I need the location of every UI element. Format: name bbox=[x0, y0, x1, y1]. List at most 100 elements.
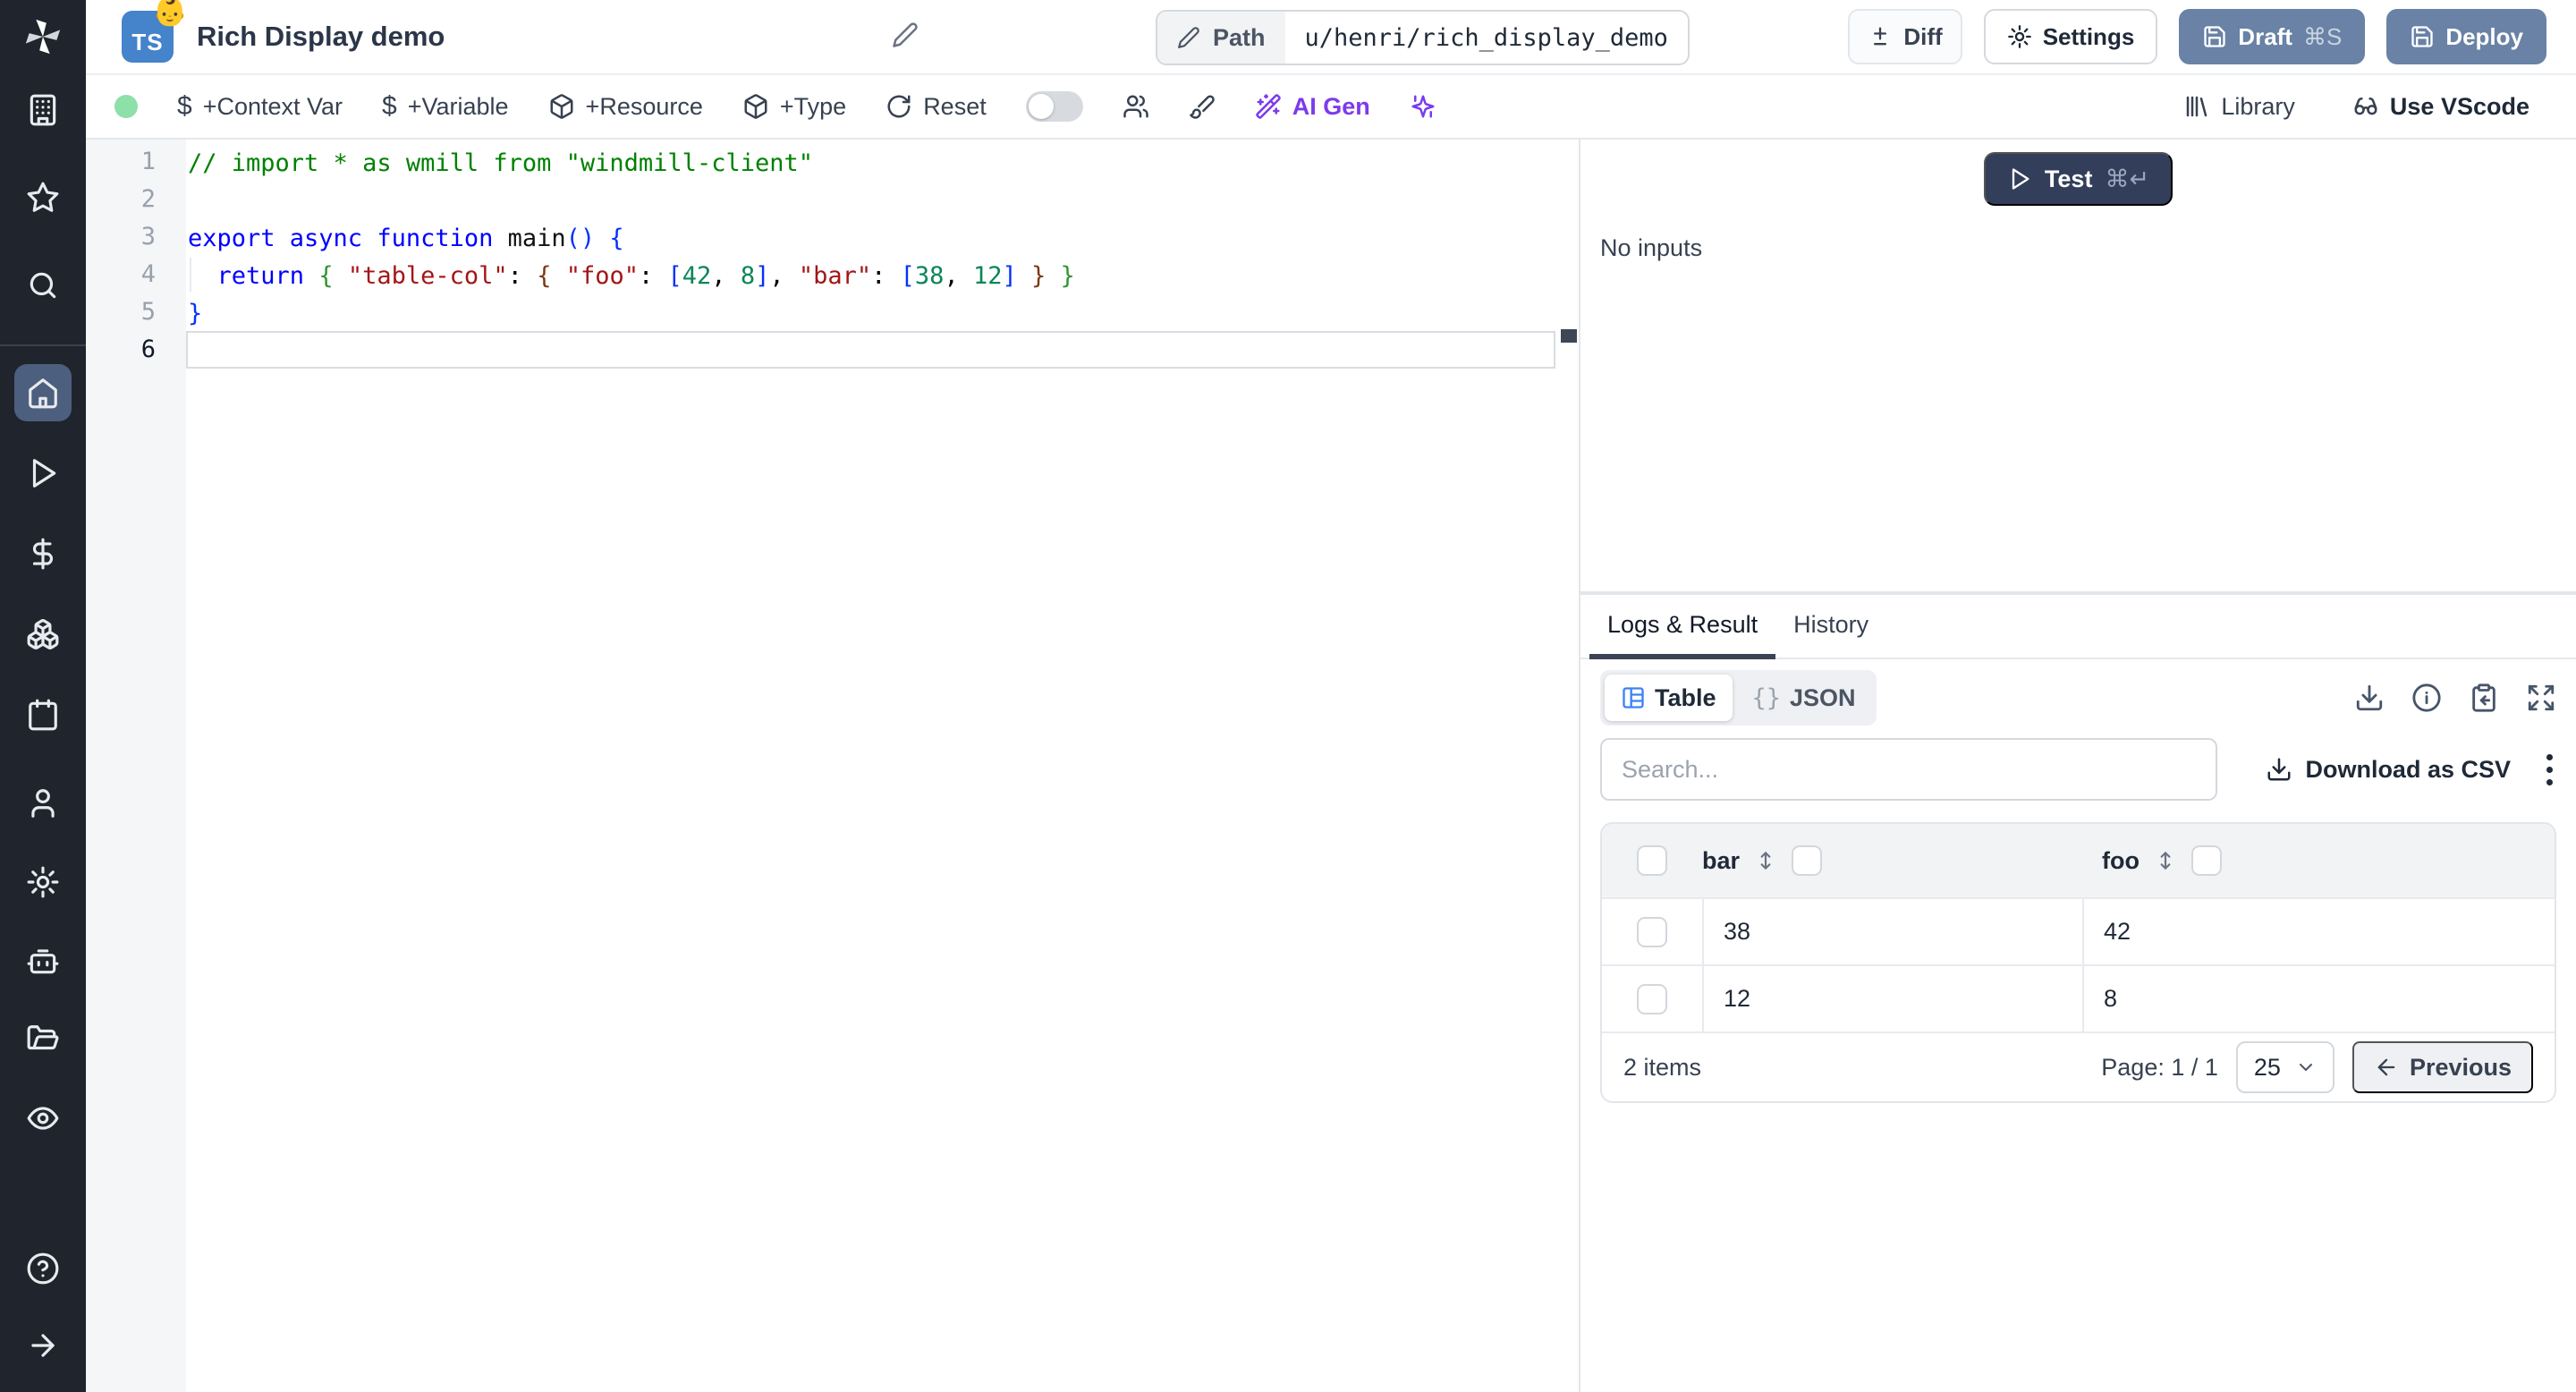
cell-bar: 12 bbox=[1702, 966, 2082, 1031]
sidebar-item-settings[interactable] bbox=[14, 853, 72, 911]
cell-bar: 38 bbox=[1702, 899, 2082, 964]
view-mode-json[interactable]: {} JSON bbox=[1736, 675, 1872, 721]
code-line[interactable] bbox=[186, 181, 1555, 218]
view-mode-json-label: JSON bbox=[1790, 683, 1856, 711]
table-icon bbox=[1623, 687, 1644, 709]
code-line[interactable]: } bbox=[186, 293, 1555, 331]
braces-icon: {} bbox=[1751, 683, 1782, 712]
download-csv-label: Download as CSV bbox=[2305, 755, 2511, 783]
use-vscode-button[interactable]: Use VScode bbox=[2352, 93, 2529, 121]
settings-button[interactable]: Settings bbox=[1983, 9, 2158, 64]
path-value[interactable]: u/henri/rich_display_demo bbox=[1285, 12, 1688, 64]
table-options-kebab-icon[interactable] bbox=[2543, 751, 2556, 789]
code-area[interactable]: // import * as wmill from "windmill-clie… bbox=[186, 140, 1579, 1392]
status-dot bbox=[114, 95, 138, 118]
diff-button[interactable]: Diff bbox=[1848, 9, 1962, 64]
reset-button[interactable]: Reset bbox=[886, 93, 987, 121]
format-button[interactable] bbox=[1189, 93, 1216, 120]
sidebar-item-runs[interactable] bbox=[14, 445, 72, 502]
ai-sparkles-button[interactable] bbox=[1410, 93, 1436, 120]
sidebar-divider bbox=[0, 344, 86, 346]
sidebar-item-workers[interactable] bbox=[14, 932, 72, 989]
favorites-star-icon[interactable] bbox=[14, 169, 72, 226]
page-indicator: Page: 1 / 1 bbox=[2101, 1053, 2218, 1081]
add-context-var-button[interactable]: $ +Context Var bbox=[177, 91, 343, 122]
line-number: 2 bbox=[140, 185, 156, 213]
column-label-foo: foo bbox=[2102, 846, 2140, 874]
sidebar-item-resources[interactable] bbox=[14, 606, 72, 663]
code-editor[interactable]: 1 2 3 4 5 6 // import * as wmill from "windmi… bbox=[86, 140, 1579, 1392]
library-button[interactable]: Library bbox=[2183, 93, 2295, 121]
sidebar-item-schedules[interactable] bbox=[14, 686, 72, 743]
sidebar-item-users[interactable] bbox=[14, 775, 72, 832]
topbar-buttons: Diff Settings Draft ⌘S Deploy bbox=[1848, 9, 2546, 64]
gear-icon bbox=[27, 866, 59, 898]
previous-page-button[interactable]: Previous bbox=[2351, 1041, 2533, 1093]
code-line[interactable]: // import * as wmill from "windmill-clie… bbox=[186, 143, 1555, 181]
line-numbers: 1 2 3 4 5 6 bbox=[86, 140, 186, 1392]
sort-icon[interactable] bbox=[1754, 849, 1777, 872]
save-icon bbox=[2411, 26, 2433, 47]
path-widget[interactable]: Path u/henri/rich_display_demo bbox=[1156, 10, 1690, 65]
arrow-left-icon bbox=[2377, 1058, 2395, 1076]
expand-sidebar-icon[interactable] bbox=[14, 1317, 72, 1374]
search-input[interactable] bbox=[1600, 738, 2217, 801]
diff-mode-toggle[interactable] bbox=[1025, 91, 1083, 122]
column-header-foo[interactable]: foo bbox=[2082, 845, 2555, 876]
download-csv-button[interactable]: Download as CSV bbox=[2266, 756, 2511, 784]
sidebar-item-variables[interactable] bbox=[14, 525, 72, 582]
add-resource-button[interactable]: +Resource bbox=[548, 93, 703, 121]
search-icon[interactable] bbox=[14, 257, 72, 314]
sort-icon[interactable] bbox=[2154, 849, 2177, 872]
cell-foo: 8 bbox=[2082, 966, 2555, 1031]
table-row: 38 42 bbox=[1602, 897, 2555, 964]
multiplayer-button[interactable] bbox=[1123, 93, 1149, 120]
column-filter-checkbox[interactable] bbox=[2190, 845, 2222, 876]
sidebar-item-folders[interactable] bbox=[14, 1011, 72, 1068]
sparkles-icon bbox=[1411, 95, 1435, 118]
code-line[interactable]: export async function main() { bbox=[186, 218, 1555, 256]
download-icon bbox=[2267, 758, 2291, 781]
download-result-icon[interactable] bbox=[2354, 683, 2385, 713]
windmill-logo-icon[interactable] bbox=[22, 16, 64, 62]
ai-gen-button[interactable]: AI Gen bbox=[1255, 93, 1370, 121]
tab-history[interactable]: History bbox=[1775, 595, 1886, 659]
row-checkbox[interactable] bbox=[1637, 983, 1667, 1014]
copy-to-clipboard-icon[interactable] bbox=[2469, 683, 2499, 713]
overview-ruler-cursor-marker bbox=[1561, 329, 1577, 343]
chevron-down-icon bbox=[2299, 1064, 2312, 1071]
app-root: TS 👶 Rich Display demo Path u/henri/rich… bbox=[0, 0, 2576, 1392]
draft-button[interactable]: Draft ⌘S bbox=[2179, 9, 2366, 64]
edit-summary-pencil-icon[interactable] bbox=[892, 21, 919, 53]
view-mode-table[interactable]: Table bbox=[1605, 675, 1733, 721]
code-line[interactable] bbox=[186, 331, 1555, 369]
column-filter-checkbox[interactable] bbox=[1792, 845, 1823, 876]
play-icon bbox=[32, 459, 56, 488]
deploy-label: Deploy bbox=[2445, 22, 2523, 50]
fullscreen-icon[interactable] bbox=[2526, 683, 2556, 713]
deploy-button[interactable]: Deploy bbox=[2386, 9, 2546, 64]
add-type-button[interactable]: +Type bbox=[742, 93, 846, 121]
reset-icon bbox=[887, 95, 911, 118]
header-checkbox-cell bbox=[1602, 845, 1702, 876]
help-icon[interactable] bbox=[14, 1240, 72, 1297]
plus-minus-icon bbox=[1874, 27, 1887, 46]
language-badge-label: TS bbox=[131, 29, 164, 55]
select-all-checkbox[interactable] bbox=[1637, 845, 1667, 876]
column-header-bar[interactable]: bar bbox=[1702, 845, 2082, 876]
draft-shortcut: ⌘S bbox=[2302, 22, 2343, 50]
result-tabbar: Logs & Result History bbox=[1580, 595, 2576, 659]
test-button[interactable]: Test ⌘↵ bbox=[1983, 152, 2174, 206]
add-variable-button[interactable]: $ +Variable bbox=[382, 91, 509, 122]
sidebar-item-home[interactable] bbox=[14, 364, 72, 421]
users-icon bbox=[1123, 95, 1148, 118]
workspace-building-icon[interactable] bbox=[14, 81, 72, 139]
path-label-section[interactable]: Path bbox=[1157, 12, 1285, 64]
code-line[interactable]: return { "table-col": { "foo": [42, 8], … bbox=[186, 256, 1555, 293]
page-size-select[interactable]: 25 bbox=[2235, 1041, 2334, 1093]
sidebar-item-audit[interactable] bbox=[14, 1090, 72, 1147]
tab-logs-and-result[interactable]: Logs & Result bbox=[1589, 595, 1776, 659]
page-size-value: 25 bbox=[2253, 1053, 2281, 1081]
row-checkbox[interactable] bbox=[1637, 916, 1667, 947]
info-icon[interactable] bbox=[2411, 683, 2442, 713]
